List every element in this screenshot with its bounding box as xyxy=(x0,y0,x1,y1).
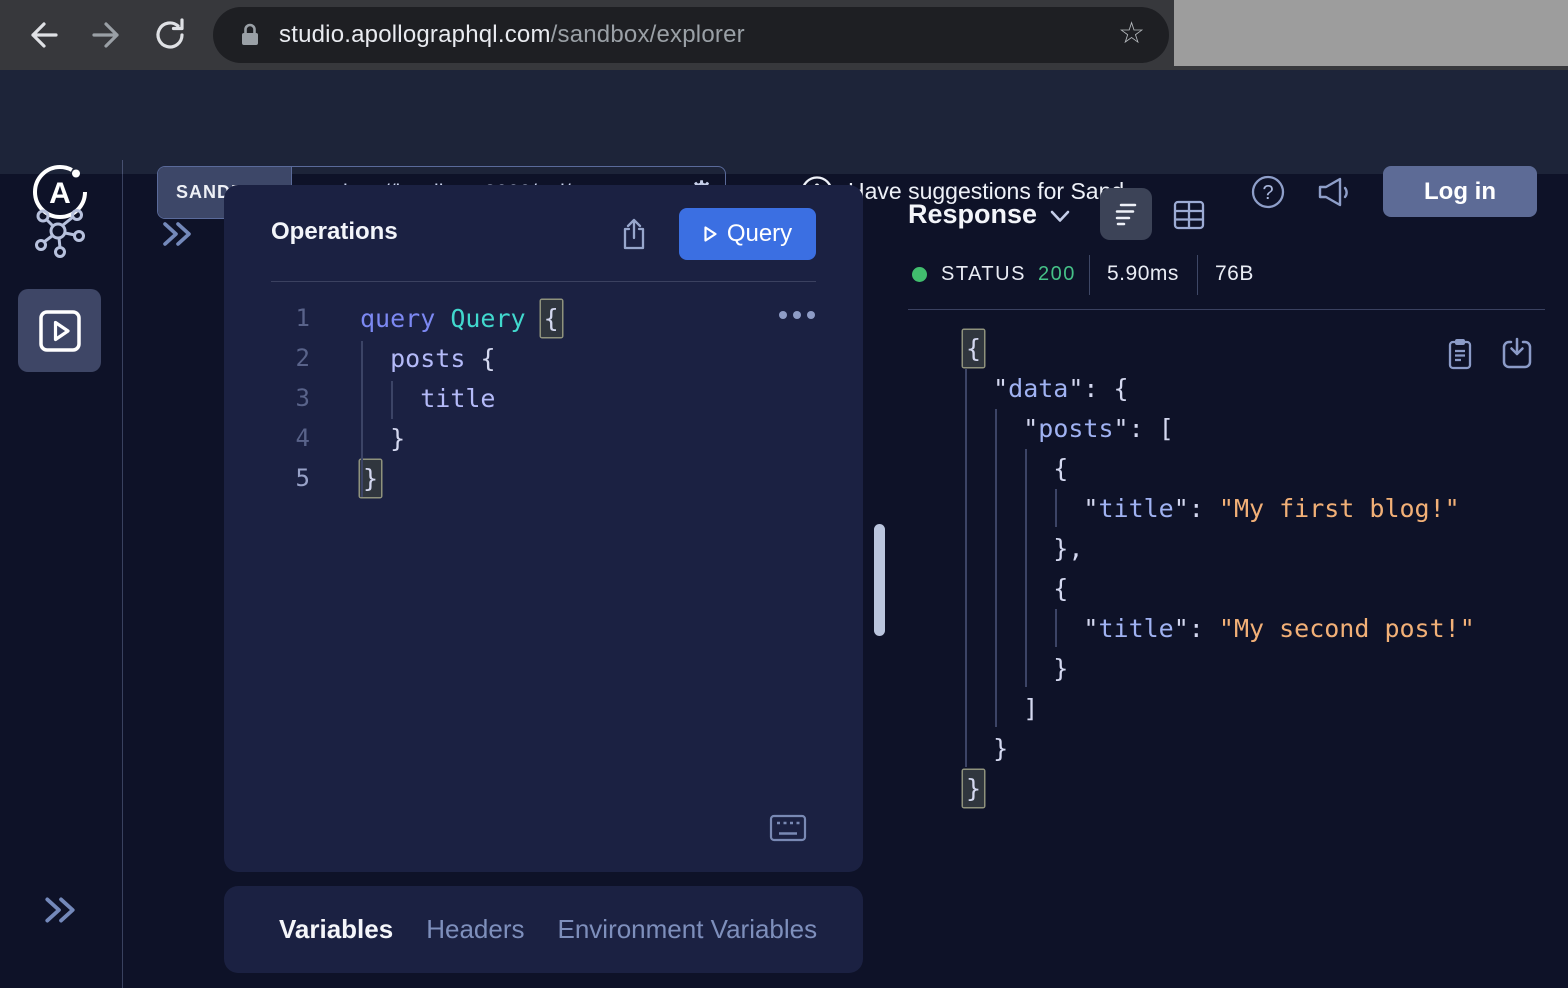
variables-panel: Variables Headers Environment Variables xyxy=(224,886,863,973)
list-view-icon xyxy=(1112,202,1140,226)
line-number: 3 xyxy=(270,384,310,412)
code-line: { xyxy=(963,328,1475,368)
play-icon xyxy=(703,225,718,243)
line-number: 4 xyxy=(270,424,310,452)
status-divider xyxy=(1197,255,1198,295)
run-query-button[interactable]: Query xyxy=(679,208,816,260)
status-code: 200 xyxy=(1038,263,1076,286)
rail-expand-chevron-icon[interactable] xyxy=(42,894,78,926)
status-label: STATUS xyxy=(941,263,1026,286)
operations-header-divider xyxy=(271,281,816,282)
response-title: Response xyxy=(908,199,1037,230)
code-line: "title": "My second post!" xyxy=(963,608,1475,648)
keyboard-shortcuts-icon[interactable] xyxy=(769,813,807,843)
url-text: studio.apollographql.com/sandbox/explore… xyxy=(279,21,745,49)
screen: studio.apollographql.com/sandbox/explore… xyxy=(0,0,1568,988)
tab-variables[interactable]: Variables xyxy=(279,914,393,945)
status-dot xyxy=(912,267,927,282)
bookmark-star-icon[interactable]: ☆ xyxy=(1118,16,1145,51)
response-duration: 5.90ms xyxy=(1107,262,1179,286)
code-line: } xyxy=(963,648,1475,688)
operation-options-icon[interactable] xyxy=(779,311,815,319)
url-bar[interactable]: studio.apollographql.com/sandbox/explore… xyxy=(213,7,1169,63)
run-query-label: Query xyxy=(727,220,792,248)
explorer-nav-item[interactable] xyxy=(18,289,101,372)
tab-headers[interactable]: Headers xyxy=(426,914,524,945)
login-button[interactable]: Log in xyxy=(1383,166,1537,217)
url-path: /sandbox/explorer xyxy=(551,21,745,48)
code-line: 1query Query { xyxy=(270,298,562,338)
app-header: A SANDBOX ⚙ Have suggestions for Sand… ?… xyxy=(0,70,1568,174)
megaphone-icon[interactable] xyxy=(1316,173,1358,211)
operations-panel xyxy=(224,185,863,872)
code-line: 4 } xyxy=(270,418,562,458)
tab-environment-variables[interactable]: Environment Variables xyxy=(557,914,817,945)
response-size: 76B xyxy=(1215,262,1254,286)
code-line: 3 title xyxy=(270,378,562,418)
response-json: { "data": { "posts": [ { "title": "My fi… xyxy=(963,328,1475,808)
download-icon[interactable] xyxy=(1501,337,1533,371)
code-line: ] xyxy=(963,688,1475,728)
docs-expand-chevron-icon[interactable] xyxy=(160,219,194,249)
line-number: 5 xyxy=(270,464,310,492)
explorer-play-icon xyxy=(37,308,83,354)
browser-window-gap xyxy=(1174,0,1568,66)
operations-title: Operations xyxy=(271,218,398,246)
share-icon[interactable] xyxy=(620,217,648,251)
code-line: 5} xyxy=(270,458,562,498)
indent-guide xyxy=(1025,449,1027,687)
code-line: { xyxy=(963,448,1475,488)
browser-chrome: studio.apollographql.com/sandbox/explore… xyxy=(0,0,1568,70)
indent-guide xyxy=(1055,489,1057,527)
schema-graph-icon[interactable] xyxy=(33,206,87,260)
status-divider xyxy=(1089,255,1090,295)
chevron-down-icon[interactable] xyxy=(1050,210,1070,223)
forward-icon[interactable] xyxy=(89,17,125,53)
url-domain: studio.apollographql.com xyxy=(279,21,551,48)
indent-guide xyxy=(965,369,967,767)
code-line: 2 posts { xyxy=(270,338,562,378)
indent-guide xyxy=(995,409,997,727)
svg-text:?: ? xyxy=(1262,182,1273,204)
refresh-icon[interactable] xyxy=(152,17,188,53)
code-line: "data": { xyxy=(963,368,1475,408)
response-header-divider xyxy=(908,309,1545,310)
back-icon[interactable] xyxy=(25,17,61,53)
line-number: 2 xyxy=(270,344,310,372)
code-line: { xyxy=(963,568,1475,608)
line-number: 1 xyxy=(270,304,310,332)
indent-guide xyxy=(391,381,393,419)
table-view-icon[interactable] xyxy=(1173,200,1205,230)
code-line: }, xyxy=(963,528,1475,568)
code-line: } xyxy=(963,728,1475,768)
code-line: } xyxy=(963,768,1475,808)
lock-icon xyxy=(239,21,261,49)
indent-guide xyxy=(1055,609,1057,647)
indent-guide xyxy=(361,341,363,497)
formatted-view-toggle[interactable] xyxy=(1100,188,1152,240)
help-icon[interactable]: ? xyxy=(1250,174,1286,210)
code-line: "posts": [ xyxy=(963,408,1475,448)
rail-divider xyxy=(122,174,123,988)
query-editor[interactable]: 1query Query {2 posts {3 title4 }5} xyxy=(270,298,562,498)
panel-resize-handle[interactable] xyxy=(874,524,885,636)
code-line: "title": "My first blog!" xyxy=(963,488,1475,528)
